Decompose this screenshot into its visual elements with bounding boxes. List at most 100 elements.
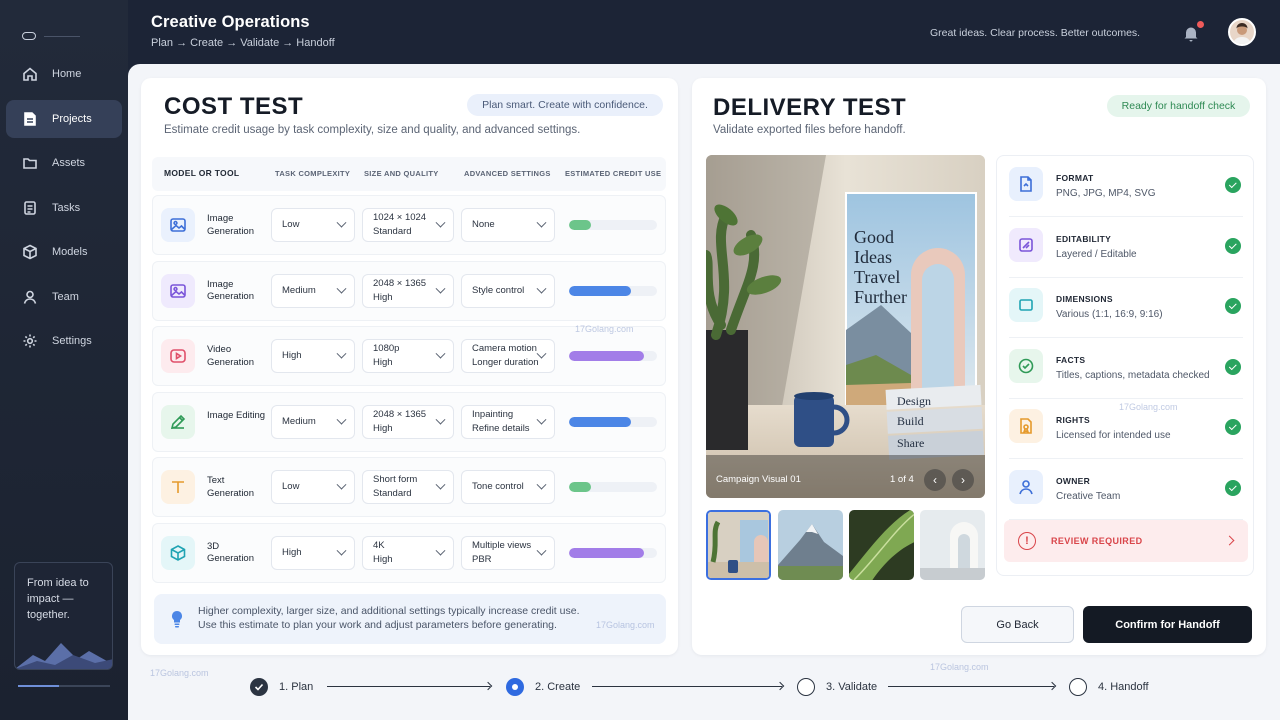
- sidebar-item-settings[interactable]: Settings: [6, 322, 122, 360]
- step-label: 1. Plan: [279, 681, 314, 693]
- check-item-editability: EDITABILITY Layered / Editable: [1009, 218, 1243, 278]
- table-row: Image Editing Medium 2048 × 1365 High Inp…: [152, 391, 666, 452]
- complexity-select[interactable]: High: [271, 339, 355, 373]
- tool-name: 3D Generation: [207, 540, 255, 565]
- advanced-settings-select[interactable]: Inpainting Refine details: [461, 404, 555, 439]
- check-value: Titles, captions, metadata checked: [1056, 369, 1210, 381]
- cost-test-subtitle: Estimate credit usage by task complexity…: [164, 124, 581, 136]
- step-indicator[interactable]: [1069, 678, 1087, 696]
- sidebar-item-assets[interactable]: Assets: [6, 144, 122, 182]
- sidebar-item-home[interactable]: Home: [6, 55, 122, 93]
- file-icon: [1020, 176, 1032, 192]
- go-back-button[interactable]: Go Back: [961, 606, 1074, 643]
- step-label: 3. Validate: [826, 681, 878, 693]
- credit-bar-fill: [569, 220, 591, 230]
- check-icon-tile: [1009, 348, 1043, 383]
- book-label: Share: [897, 436, 924, 450]
- check-icon-tile: [1009, 469, 1043, 504]
- campaign-preview[interactable]: Design Build Share Good Ideas Travel Fur…: [706, 155, 985, 498]
- check-passed-icon: [1225, 177, 1241, 193]
- step-indicator[interactable]: [797, 678, 815, 696]
- poster-text: Further: [854, 287, 907, 307]
- complexity-select[interactable]: High: [271, 535, 355, 570]
- sidebar-item-label: Assets: [52, 157, 86, 169]
- credit-bar: [569, 285, 657, 296]
- confirm-handoff-button[interactable]: Confirm for Handoff: [1083, 606, 1252, 643]
- home-icon: [23, 67, 37, 81]
- sidebar-item-projects[interactable]: Projects: [6, 99, 122, 138]
- complexity-select[interactable]: Medium: [271, 273, 355, 308]
- mountain-illustration: [15, 643, 112, 669]
- complexity-select[interactable]: Low: [271, 470, 355, 504]
- step-indicator[interactable]: [250, 678, 268, 696]
- check-value: Various (1:1, 16:9, 9:16): [1056, 309, 1163, 320]
- credit-bar: [569, 220, 657, 230]
- thumbnail-4[interactable]: [920, 510, 985, 580]
- credit-bar-fill: [569, 416, 631, 427]
- credit-bar: [569, 547, 657, 558]
- credit-bar: [569, 416, 657, 427]
- sidebar-item-models[interactable]: Models: [6, 233, 122, 271]
- check-passed-icon: [1225, 358, 1241, 375]
- check-label: EDITABILITY: [1056, 233, 1112, 244]
- check-item-dimensions: DIMENSIONS Various (1:1, 16:9, 9:16): [1009, 278, 1243, 338]
- thumbnail-3[interactable]: [849, 510, 914, 580]
- advanced-settings-select[interactable]: Camera motion Longer duration: [461, 339, 555, 373]
- tool-icon-tile: [161, 208, 195, 242]
- size-quality-select[interactable]: 1024 × 1024 Standard: [362, 208, 454, 242]
- sidebar-item-label: Home: [52, 68, 82, 80]
- tool-name: Image Generation: [207, 278, 255, 303]
- tool-icon-tile: [161, 273, 195, 308]
- check-icon-tile: [1009, 288, 1043, 322]
- cube-icon: [23, 244, 37, 260]
- check-label: RIGHTS: [1056, 415, 1090, 425]
- complexity-select[interactable]: Low: [271, 208, 355, 242]
- sidebar-item-tasks[interactable]: Tasks: [6, 189, 122, 227]
- size-quality-select[interactable]: 2048 × 1365 High: [362, 404, 454, 439]
- tasks-icon: [24, 200, 36, 215]
- table-row: Video Generation High 1080p High Camera m…: [152, 326, 666, 386]
- cube-icon: [170, 544, 186, 561]
- step-connector: [592, 686, 782, 687]
- credit-bar-fill: [569, 351, 644, 361]
- check-icon-tile: [1009, 409, 1043, 443]
- advanced-settings-select[interactable]: Multiple views PBR: [461, 535, 555, 570]
- size-quality-select[interactable]: 1080p High: [362, 339, 454, 373]
- avatar[interactable]: [1228, 18, 1256, 46]
- gear-icon: [23, 334, 37, 348]
- complexity-select[interactable]: Medium: [271, 404, 355, 439]
- size-quality-select[interactable]: Short form Standard: [362, 470, 454, 504]
- preview-next-button[interactable]: ›: [952, 469, 974, 491]
- folder-icon: [23, 158, 37, 169]
- advanced-settings-select[interactable]: None: [461, 208, 555, 242]
- tool-icon-tile: [161, 404, 195, 439]
- header-tagline: Great ideas. Clear process. Better outco…: [930, 27, 1141, 39]
- advanced-settings-select[interactable]: Style control: [461, 273, 555, 308]
- chevron-right-icon: [1224, 535, 1235, 546]
- check-value: Layered / Editable: [1056, 248, 1137, 260]
- sidebar-item-label: Projects: [52, 112, 92, 125]
- current-step-dot: [512, 684, 518, 690]
- sidebar-toggle[interactable]: [22, 32, 36, 40]
- thumbnail-1[interactable]: [706, 510, 771, 580]
- info-note-line: Use this estimate to plan your work and …: [198, 619, 557, 631]
- review-required-button[interactable]: ! REVIEW REQUIRED: [1004, 520, 1248, 562]
- credit-bar-fill: [569, 482, 591, 492]
- check-item-owner: OWNER Creative Team: [1009, 460, 1243, 520]
- poster-text: Good: [854, 227, 894, 247]
- handoff-status-pill: Ready for handoff check: [1107, 95, 1250, 117]
- preview-prev-button[interactable]: ‹: [924, 469, 946, 491]
- layers-icon: [1019, 237, 1033, 252]
- step-indicator[interactable]: [506, 678, 524, 696]
- size-quality-select[interactable]: 4K High: [362, 535, 454, 570]
- sidebar-item-team[interactable]: Team: [6, 278, 122, 316]
- advanced-settings-select[interactable]: Tone control: [461, 470, 555, 504]
- image-icon: [170, 218, 186, 232]
- user-icon: [1019, 479, 1033, 494]
- table-row: 3D Generation High 4K High Multiple views…: [152, 522, 666, 583]
- size-quality-select[interactable]: 2048 × 1365 High: [362, 273, 454, 308]
- thumbnail-2[interactable]: [778, 510, 843, 580]
- breadcrumb: Plan → Create → Validate → Handoff: [151, 37, 335, 49]
- step-label: 2. Create: [535, 681, 581, 693]
- poster-text: Travel: [854, 267, 900, 287]
